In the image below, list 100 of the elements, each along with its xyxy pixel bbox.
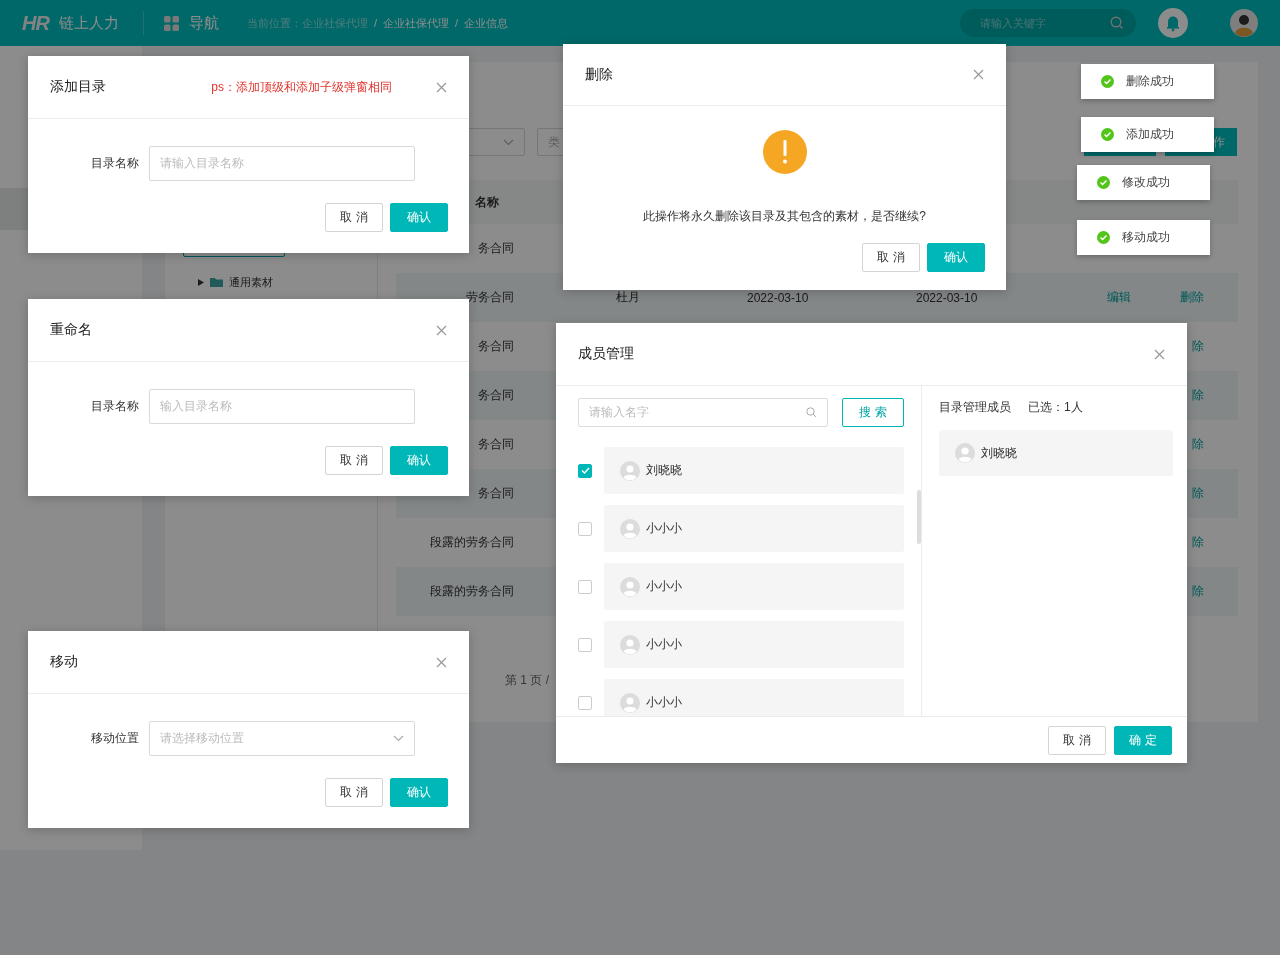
- brand-name: 链上人力: [58, 13, 119, 33]
- checkbox[interactable]: [578, 579, 592, 594]
- checkbox[interactable]: [578, 695, 592, 710]
- column-header: 名称: [474, 193, 500, 211]
- breadcrumb-link[interactable]: 企业信息: [464, 15, 508, 31]
- member-card[interactable]: 小小小: [604, 621, 904, 668]
- selected-count: 已选：1人: [1028, 399, 1083, 416]
- table-cell: 务合同: [478, 437, 514, 451]
- member-card[interactable]: 刘晓晓: [604, 447, 904, 494]
- member-name: 刘晓晓: [646, 462, 682, 479]
- warning-icon: [762, 130, 807, 174]
- confirm-button[interactable]: 确认: [390, 778, 448, 807]
- delete-link[interactable]: 除: [1192, 535, 1204, 549]
- close-icon[interactable]: [973, 69, 984, 80]
- checkbox[interactable]: [578, 637, 592, 652]
- check-circle-icon: [1097, 176, 1110, 189]
- member-name: 小小小: [646, 578, 682, 595]
- dialog-title: 删除: [585, 65, 613, 84]
- search-field[interactable]: 请输入名字: [578, 398, 828, 427]
- table-cell: 2022-03-10: [747, 290, 809, 305]
- confirm-button[interactable]: 确认: [390, 203, 448, 232]
- confirm-button[interactable]: 确 定: [1114, 725, 1172, 755]
- check-circle-icon: [1101, 75, 1114, 88]
- edit-link[interactable]: 编辑: [1107, 290, 1131, 304]
- cancel-button[interactable]: 取 消: [1048, 725, 1106, 755]
- confirm-button[interactable]: 确认: [390, 446, 448, 475]
- avatar-icon: [620, 576, 640, 597]
- delete-link[interactable]: 除: [1192, 584, 1204, 598]
- field-label: 移动位置: [90, 730, 139, 747]
- table-cell: 段露的劳务合同: [430, 535, 514, 549]
- search-icon: [1110, 16, 1124, 30]
- toast-message: 移动成功: [1122, 229, 1170, 246]
- dialog-title: 添加目录: [50, 78, 106, 96]
- delete-link[interactable]: 删除: [1180, 290, 1204, 304]
- table-cell: 务合同: [478, 486, 514, 500]
- cancel-button[interactable]: 取 消: [325, 778, 383, 807]
- search-icon: [806, 407, 817, 418]
- member-name: 小小小: [646, 636, 682, 653]
- pagination-text: 第 1 页 /: [505, 672, 550, 689]
- cancel-button[interactable]: 取 消: [862, 243, 920, 272]
- delete-link[interactable]: 除: [1192, 486, 1204, 500]
- nav-link[interactable]: 导航: [188, 13, 219, 33]
- grid-icon[interactable]: [163, 15, 179, 31]
- dialog-title: 移动: [50, 653, 78, 671]
- breadcrumb-link[interactable]: 企业社保代理: [382, 15, 449, 31]
- checkbox[interactable]: [578, 521, 592, 536]
- panel-title: 目录管理成员: [939, 399, 1011, 416]
- search-button[interactable]: 搜 索: [842, 398, 904, 427]
- table-cell: 段露的劳务合同: [430, 584, 514, 598]
- tree-item[interactable]: 通用素材: [183, 267, 285, 297]
- checkbox[interactable]: [578, 463, 592, 478]
- delete-link[interactable]: 除: [1192, 339, 1204, 353]
- member-name: 小小小: [646, 520, 682, 537]
- dialog-title: 成员管理: [578, 345, 634, 363]
- select-field[interactable]: 请选择移动位置: [149, 721, 415, 756]
- table-cell: 务合同: [478, 339, 514, 353]
- dialog-note: ps：添加顶级和添加子级弹窗相同: [211, 78, 392, 96]
- member-card[interactable]: 小小小: [604, 563, 904, 610]
- table-cell: 杜月: [616, 290, 640, 304]
- table-cell: 劳务合同: [466, 290, 514, 304]
- avatar-icon: [620, 460, 640, 481]
- check-circle-icon: [1097, 231, 1110, 244]
- field-label: 目录名称: [90, 398, 139, 415]
- folder-icon: [210, 277, 223, 287]
- avatar-icon: [955, 443, 975, 463]
- bell-icon[interactable]: [1158, 8, 1188, 38]
- caret-right-icon[interactable]: [198, 278, 204, 286]
- input-field[interactable]: 请输入目录名称: [149, 146, 415, 181]
- table-cell: 务合同: [478, 388, 514, 402]
- scrollbar[interactable]: [917, 490, 921, 544]
- close-icon[interactable]: [436, 656, 447, 668]
- avatar-icon: [620, 692, 640, 713]
- toast-message: 添加成功: [1126, 126, 1174, 143]
- avatar-icon: [620, 634, 640, 655]
- field-label: 目录名称: [90, 155, 139, 172]
- delete-link[interactable]: 除: [1192, 437, 1204, 451]
- member-card[interactable]: 小小小: [604, 505, 904, 552]
- breadcrumb-separator: /: [454, 17, 458, 29]
- close-icon[interactable]: [436, 81, 447, 93]
- input-field[interactable]: 输入目录名称: [149, 389, 415, 424]
- dialog-message: 此操作将永久删除该目录及其包含的素材，是否继续?: [643, 208, 926, 225]
- check-circle-icon: [1101, 128, 1114, 141]
- cancel-button[interactable]: 取 消: [325, 446, 383, 475]
- close-icon[interactable]: [436, 324, 447, 336]
- toast-message: 删除成功: [1126, 73, 1174, 90]
- member-name: 小小小: [646, 694, 682, 711]
- cancel-button[interactable]: 取 消: [325, 203, 383, 232]
- logo: HR: [22, 11, 49, 35]
- chevron-down-icon: [393, 735, 404, 742]
- toast-message: 修改成功: [1122, 174, 1170, 191]
- avatar-icon[interactable]: [1230, 9, 1258, 37]
- confirm-button[interactable]: 确认: [927, 243, 985, 272]
- avatar-icon: [620, 518, 640, 539]
- member-card[interactable]: 小小小: [604, 679, 904, 716]
- table-cell: 务合同: [478, 241, 514, 255]
- dialog-title: 重命名: [50, 321, 92, 339]
- chevron-down-icon: [503, 138, 514, 146]
- close-icon[interactable]: [1154, 348, 1165, 360]
- delete-link[interactable]: 除: [1192, 388, 1204, 402]
- table-cell: 2022-03-10: [916, 290, 978, 305]
